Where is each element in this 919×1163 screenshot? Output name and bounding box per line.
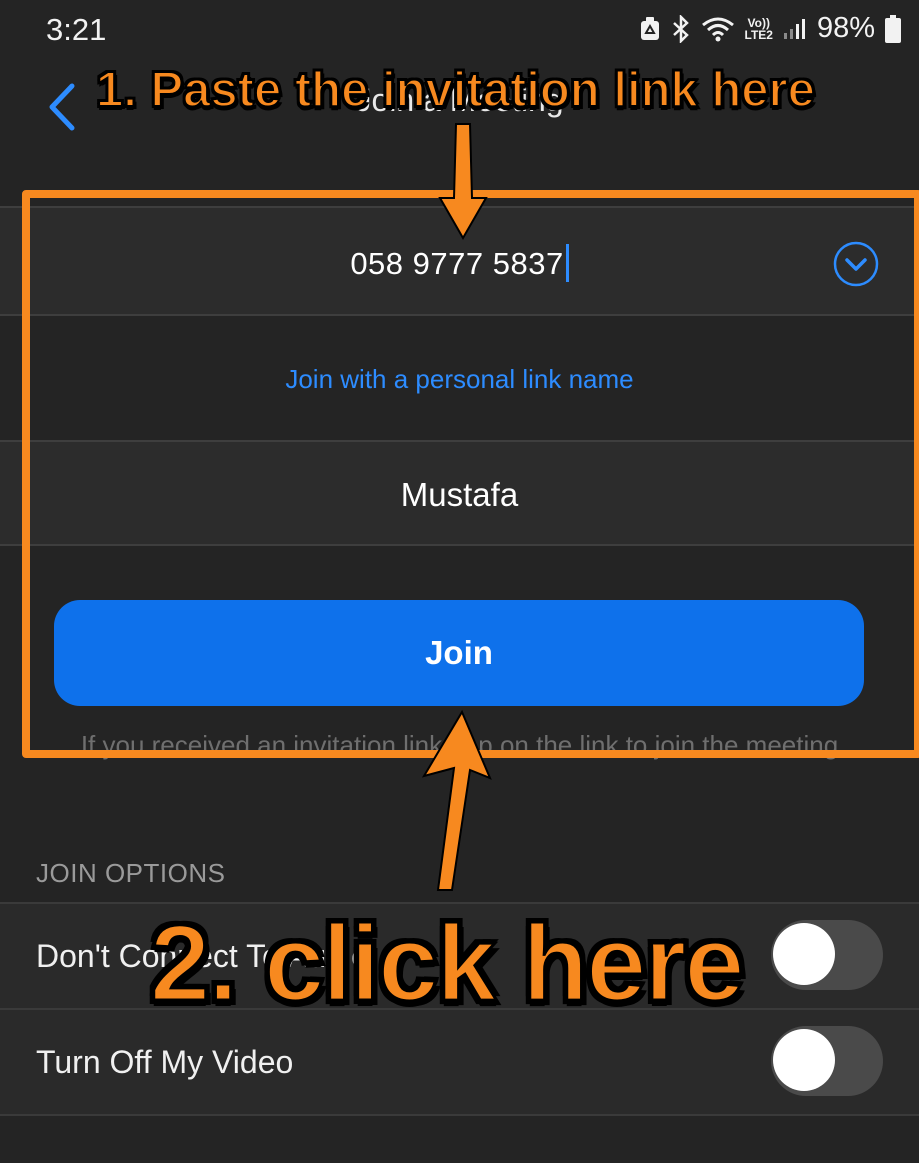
annotation-step-1: 1. Paste the invitation link here	[95, 62, 816, 118]
arrow-down-icon	[438, 123, 488, 241]
arrow-up-icon	[421, 709, 492, 891]
annotation-step-2: 2. click here	[148, 901, 745, 1025]
